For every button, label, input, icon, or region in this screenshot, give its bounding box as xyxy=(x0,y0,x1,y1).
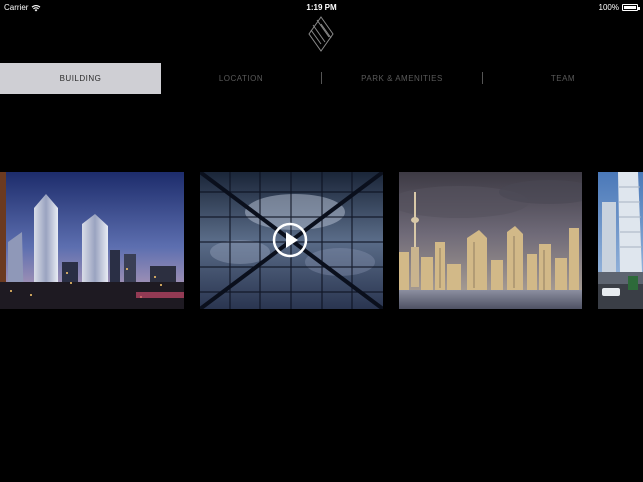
diamond-logo-icon xyxy=(307,16,335,52)
status-right: 100% xyxy=(598,3,640,12)
tab-location[interactable]: LOCATION xyxy=(161,63,321,94)
media-gallery xyxy=(0,172,643,309)
tab-team[interactable]: TEAM xyxy=(483,63,643,94)
battery-icon xyxy=(622,4,640,11)
status-time: 1:19 PM xyxy=(306,3,337,12)
section-nav: BUILDING LOCATION PARK & AMENITIES TEAM xyxy=(0,63,643,94)
tab-label: TEAM xyxy=(550,74,576,83)
play-icon[interactable] xyxy=(272,222,308,258)
app-screen: Carrier 1:19 PM 100% BUILDING LOCATION P… xyxy=(0,0,643,482)
gallery-image-towers-street[interactable] xyxy=(598,172,643,309)
tab-building[interactable]: BUILDING xyxy=(0,63,161,94)
tab-park-amenities[interactable]: PARK & AMENITIES xyxy=(322,63,482,94)
tab-label: BUILDING xyxy=(59,74,102,83)
tab-label: PARK & AMENITIES xyxy=(361,74,443,83)
gallery-image-city-skyline[interactable] xyxy=(399,172,582,309)
gallery-image-twin-towers[interactable] xyxy=(0,172,184,309)
status-bar: Carrier 1:19 PM 100% xyxy=(0,0,643,14)
battery-percent: 100% xyxy=(598,3,619,12)
tab-label: LOCATION xyxy=(218,74,264,83)
gallery-video-glass-facade[interactable] xyxy=(200,172,383,309)
